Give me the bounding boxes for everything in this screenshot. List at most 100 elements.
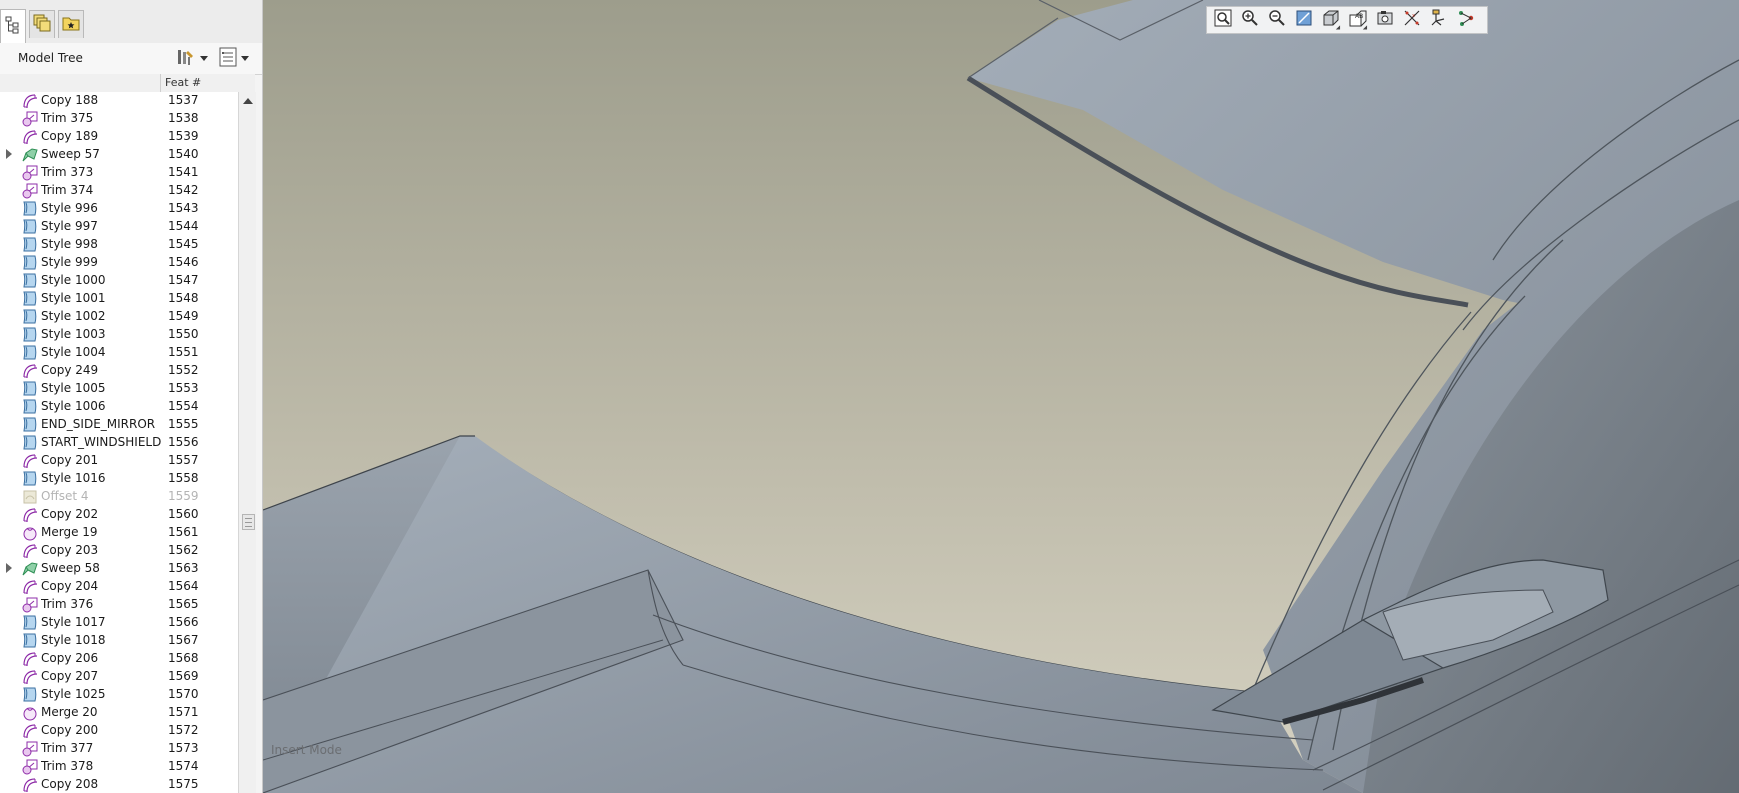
offset-icon [22,489,38,505]
tab-favorites[interactable] [58,10,84,38]
tree-row[interactable]: Style 1017 1566 [0,614,238,632]
model-tree-rows: Copy 188 1537 Trim 375 1538 Copy 189 1539 Swee… [0,92,238,793]
feature-number: 1538 [168,111,199,125]
tree-row[interactable]: Style 1005 1553 [0,380,238,398]
tree-row[interactable]: Trim 378 1574 [0,758,238,776]
feature-name: Sweep 58 [41,561,100,575]
view-manager-button[interactable] [1373,8,1397,32]
feature-name: Merge 19 [41,525,98,539]
tree-row[interactable]: Copy 202 1560 [0,506,238,524]
trim-icon [22,183,38,199]
tree-row[interactable]: Sweep 58 1563 [0,560,238,578]
copy-icon [22,543,38,559]
feature-name: Copy 202 [41,507,99,521]
feature-number: 1541 [168,165,199,179]
annotation-display-button[interactable] [1454,8,1478,32]
trim-icon [22,165,38,181]
tree-row[interactable]: Copy 207 1569 [0,668,238,686]
tree-vertical-scrollbar[interactable] [238,92,256,793]
tree-row[interactable]: Copy 208 1575 [0,776,238,793]
car-model-render [263,0,1739,793]
style-icon [22,615,38,631]
tree-row[interactable]: Trim 374 1542 [0,182,238,200]
column-divider[interactable] [160,74,161,92]
tree-row[interactable]: Copy 203 1562 [0,542,238,560]
tree-row[interactable]: Copy 189 1539 [0,128,238,146]
tree-row[interactable]: Style 1018 1567 [0,632,238,650]
tree-row[interactable]: Offset 4 1559 [0,488,238,506]
navigator-tab-strip [0,0,262,44]
feature-name: Copy 200 [41,723,99,737]
style-icon [22,633,38,649]
tree-row[interactable]: Style 1000 1547 [0,272,238,290]
tree-row[interactable]: Style 1025 1570 [0,686,238,704]
tree-row[interactable]: Style 1016 1558 [0,470,238,488]
view-toolbar: AB x [1206,6,1488,34]
style-icon [22,381,38,397]
feature-name: Trim 375 [41,111,94,125]
copy-icon [22,723,38,739]
tree-settings-icon [176,47,196,71]
tree-row[interactable]: Merge 20 1571 [0,704,238,722]
style-icon [22,219,38,235]
tree-row[interactable]: Style 1006 1554 [0,398,238,416]
tree-row[interactable]: END_SIDE_MIRROR 1555 [0,416,238,434]
copy-icon [22,651,38,667]
feature-name: Style 1016 [41,471,106,485]
feature-number: 1543 [168,201,199,215]
tab-model-tree[interactable] [0,9,26,44]
datum-display-button[interactable]: x [1400,8,1424,32]
tree-row[interactable]: Trim 375 1538 [0,110,238,128]
tree-row[interactable]: START_WINDSHIELD 1556 [0,434,238,452]
graphics-viewport[interactable]: AB x Insert Mode [263,0,1739,793]
tree-row[interactable]: Style 1003 1550 [0,326,238,344]
expand-arrow-icon[interactable] [6,149,12,159]
feature-number: 1555 [168,417,199,431]
panel-title: Model Tree [18,51,83,65]
expand-arrow-icon[interactable] [6,563,12,573]
tree-row[interactable]: Style 998 1545 [0,236,238,254]
tree-row[interactable]: Copy 188 1537 [0,92,238,110]
tab-layers[interactable] [29,10,55,38]
spin-center-button[interactable] [1427,8,1451,32]
feature-name: Style 1000 [41,273,106,287]
tree-row[interactable]: Style 996 1543 [0,200,238,218]
tree-row[interactable]: Merge 19 1561 [0,524,238,542]
feature-name: Trim 377 [41,741,94,755]
tree-row[interactable]: Copy 200 1572 [0,722,238,740]
tree-row[interactable]: Copy 204 1564 [0,578,238,596]
tree-row[interactable]: Trim 376 1565 [0,596,238,614]
tree-row[interactable]: Copy 201 1557 [0,452,238,470]
style-icon [22,201,38,217]
feat-number-column-header[interactable]: Feat # [165,76,201,89]
repaint-button[interactable] [1292,8,1316,32]
tree-row[interactable]: Copy 249 1552 [0,362,238,380]
style-icon [22,687,38,703]
style-icon [22,255,38,271]
tree-columns-button[interactable] [219,47,249,70]
tree-row[interactable]: Style 999 1546 [0,254,238,272]
copy-icon [22,129,38,145]
tree-row[interactable]: Style 1001 1548 [0,290,238,308]
scrollbar-thumb[interactable] [242,514,255,530]
saved-views-button[interactable]: AB [1346,8,1370,32]
tree-row[interactable]: Style 997 1544 [0,218,238,236]
scroll-up-arrow-icon[interactable] [243,98,253,104]
zoom-out-button[interactable] [1265,8,1289,32]
display-style-button[interactable] [1319,8,1343,32]
tree-row[interactable]: Style 1002 1549 [0,308,238,326]
feature-number: 1557 [168,453,199,467]
insert-mode-label: Insert Mode [271,743,342,757]
refit-button[interactable] [1211,8,1235,32]
tree-row[interactable]: Style 1004 1551 [0,344,238,362]
tree-settings-button[interactable] [176,48,208,70]
tree-row[interactable]: Copy 206 1568 [0,650,238,668]
style-icon [22,291,38,307]
feature-number: 1569 [168,669,199,683]
tree-row[interactable]: Trim 377 1573 [0,740,238,758]
feature-name: START_WINDSHIELD [41,435,161,449]
zoom-in-button[interactable] [1238,8,1262,32]
tree-row[interactable]: Sweep 57 1540 [0,146,238,164]
tree-row[interactable]: Trim 373 1541 [0,164,238,182]
feature-name: Copy 188 [41,93,99,107]
